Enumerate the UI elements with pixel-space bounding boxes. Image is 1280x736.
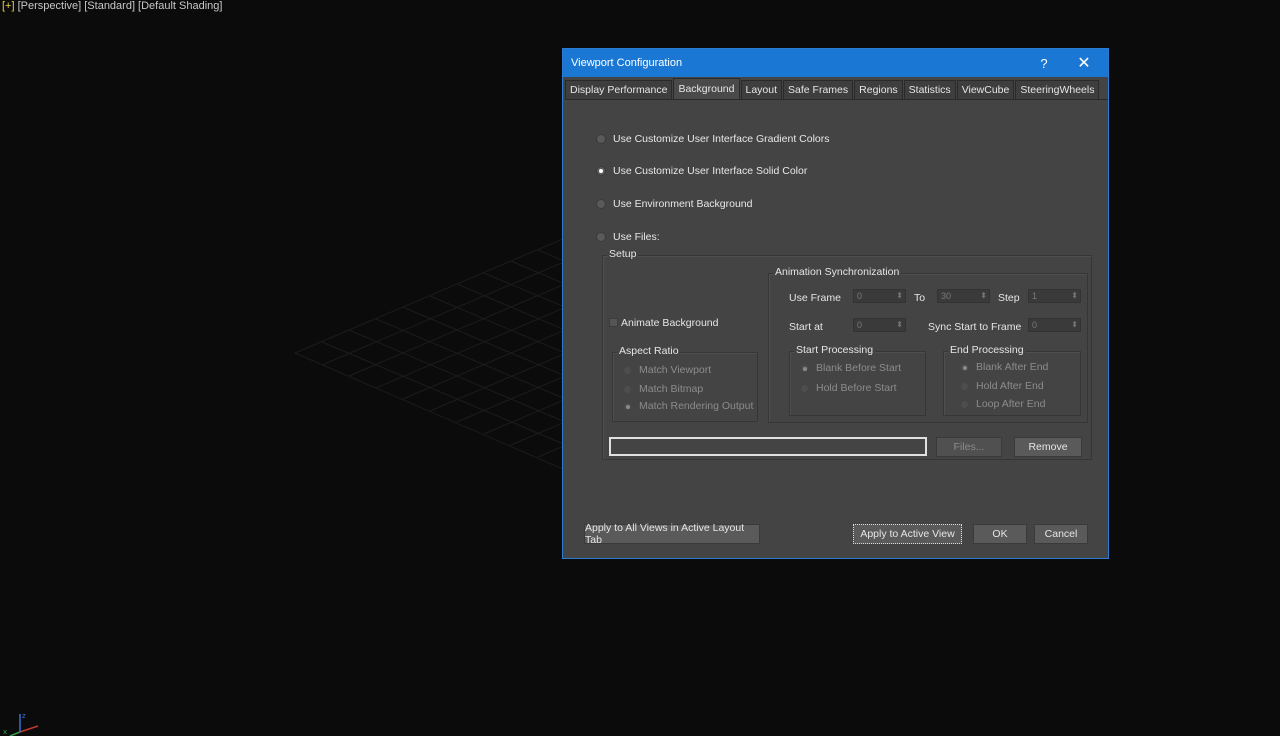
file-path-field[interactable] — [609, 437, 927, 456]
tab-viewcube[interactable]: ViewCube — [956, 80, 1015, 99]
step-spinner[interactable]: 1 — [1028, 289, 1081, 303]
radio-files[interactable] — [596, 232, 606, 242]
start-at-label: Start at — [789, 321, 823, 333]
svg-text:z: z — [22, 712, 26, 720]
tab-bar: Display Performance Background Layout Sa… — [565, 78, 1108, 100]
sync-start-spinner[interactable]: 0 — [1028, 318, 1081, 332]
radio-match-bitmap[interactable] — [623, 384, 632, 394]
loop-after-end-label: Loop After End — [976, 398, 1046, 410]
option-files-label: Use Files: — [613, 231, 660, 243]
ok-button[interactable]: OK — [973, 524, 1027, 544]
match-rendering-output-option[interactable]: Match Rendering Output — [623, 400, 753, 412]
tab-safe-frames[interactable]: Safe Frames — [783, 80, 854, 99]
blank-before-start-label: Blank Before Start — [816, 362, 902, 374]
setup-group: Setup Animate Background Aspect Ratio Ma… — [602, 248, 1092, 460]
radio-blank-before-start[interactable] — [800, 363, 809, 373]
option-environment-label: Use Environment Background — [613, 198, 753, 210]
start-at-spinner[interactable]: 0 — [853, 318, 906, 332]
close-button[interactable]: ✕ — [1064, 49, 1104, 77]
viewport-configuration-dialog: Viewport Configuration ? ✕ Display Perfo… — [562, 48, 1109, 559]
use-frame-spinner[interactable]: 0 — [853, 289, 906, 303]
step-label: Step — [998, 292, 1020, 304]
use-frame-label: Use Frame — [789, 292, 841, 304]
loop-after-end-option[interactable]: Loop After End — [960, 398, 1045, 410]
radio-loop-after-end[interactable] — [960, 399, 969, 409]
tab-display-performance[interactable]: Display Performance — [565, 80, 673, 99]
match-rendering-output-label: Match Rendering Output — [639, 400, 754, 412]
remove-button[interactable]: Remove — [1014, 437, 1082, 457]
match-viewport-option[interactable]: Match Viewport — [623, 364, 711, 376]
end-processing-title: End Processing — [948, 344, 1026, 356]
tab-layout[interactable]: Layout — [740, 80, 783, 99]
dialog-title: Viewport Configuration — [571, 57, 683, 69]
files-button[interactable]: Files... — [936, 437, 1002, 457]
end-processing-group: End Processing Blank After End Hold Afte… — [943, 344, 1081, 416]
option-solid-label: Use Customize User Interface Solid Color — [613, 165, 808, 177]
match-bitmap-option[interactable]: Match Bitmap — [623, 383, 703, 395]
radio-environment[interactable] — [596, 199, 606, 209]
setup-title: Setup — [607, 248, 639, 260]
viewport-menu-plus[interactable]: [+] — [2, 0, 15, 12]
dialog-titlebar[interactable]: Viewport Configuration ? ✕ — [563, 49, 1108, 77]
tab-steeringwheels[interactable]: SteeringWheels — [1015, 80, 1100, 99]
option-gradient-colors[interactable]: Use Customize User Interface Gradient Co… — [596, 133, 830, 145]
aspect-ratio-title: Aspect Ratio — [617, 345, 681, 357]
animate-background-label: Animate Background — [621, 317, 719, 329]
axis-tripod-icon: z x — [3, 712, 39, 736]
tab-background[interactable]: Background — [673, 78, 740, 99]
hold-before-start-label: Hold Before Start — [816, 382, 897, 394]
radio-blank-after-end[interactable] — [960, 362, 969, 372]
tab-regions[interactable]: Regions — [854, 80, 903, 99]
option-solid-color[interactable]: Use Customize User Interface Solid Color — [596, 165, 807, 177]
hold-after-end-option[interactable]: Hold After End — [960, 380, 1044, 392]
help-button[interactable]: ? — [1024, 49, 1064, 77]
to-spinner[interactable]: 30 — [937, 289, 990, 303]
option-environment-background[interactable]: Use Environment Background — [596, 198, 753, 210]
hold-before-start-option[interactable]: Hold Before Start — [800, 382, 897, 394]
aspect-ratio-group: Aspect Ratio Match Viewport Match Bitmap… — [612, 345, 758, 422]
sync-start-label: Sync Start to Frame — [928, 321, 1022, 333]
radio-gradient[interactable] — [596, 134, 606, 144]
start-processing-title: Start Processing — [794, 344, 876, 356]
viewport-label-text[interactable]: [Perspective] [Standard] [Default Shadin… — [18, 0, 223, 12]
animate-background-check[interactable] — [609, 318, 618, 327]
radio-solid[interactable] — [596, 166, 606, 176]
radio-match-viewport[interactable] — [623, 365, 632, 375]
blank-after-end-label: Blank After End — [976, 361, 1049, 373]
option-gradient-label: Use Customize User Interface Gradient Co… — [613, 133, 830, 145]
hold-after-end-label: Hold After End — [976, 380, 1044, 392]
blank-after-end-option[interactable]: Blank After End — [960, 361, 1048, 373]
viewport-label[interactable]: [+] [Perspective] [Standard] [Default Sh… — [2, 0, 222, 12]
option-use-files[interactable]: Use Files: — [596, 231, 660, 243]
match-viewport-label: Match Viewport — [639, 364, 712, 376]
radio-match-rendering-output[interactable] — [623, 401, 632, 411]
cancel-button[interactable]: Cancel — [1034, 524, 1088, 544]
svg-text:x: x — [3, 728, 7, 736]
animation-sync-title: Animation Synchronization — [773, 266, 902, 278]
animate-background-checkbox[interactable]: Animate Background — [609, 317, 718, 329]
tab-statistics[interactable]: Statistics — [903, 80, 956, 99]
apply-active-view-button[interactable]: Apply to Active View — [853, 524, 962, 544]
blank-before-start-option[interactable]: Blank Before Start — [800, 362, 901, 374]
radio-hold-before-start[interactable] — [800, 383, 809, 393]
radio-hold-after-end[interactable] — [960, 381, 969, 391]
animation-sync-group: Animation Synchronization Use Frame 0 To… — [768, 266, 1088, 423]
to-label: To — [914, 292, 926, 304]
start-processing-group: Start Processing Blank Before Start Hold… — [789, 344, 926, 416]
apply-all-views-button[interactable]: Apply to All Views in Active Layout Tab — [584, 522, 760, 546]
match-bitmap-label: Match Bitmap — [639, 383, 704, 395]
